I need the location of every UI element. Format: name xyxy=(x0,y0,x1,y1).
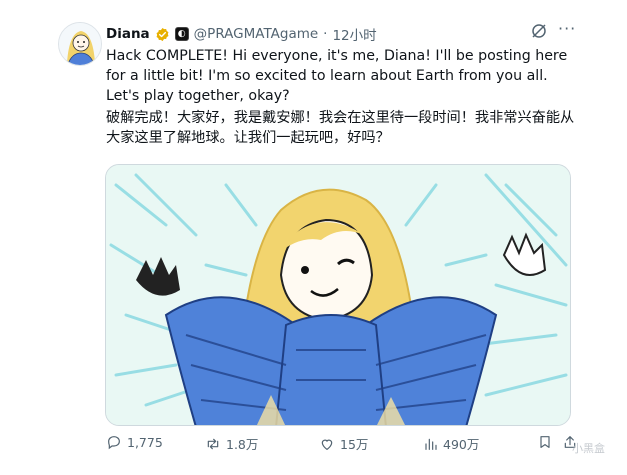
watermark: 小黑盒 xyxy=(572,442,605,455)
like-count: 15万 xyxy=(340,437,369,452)
bookmark-icon xyxy=(540,436,550,448)
affiliate-badge-icon: ◐ xyxy=(174,27,189,41)
retweet-button[interactable]: 1.8万 xyxy=(205,434,258,453)
more-dots-icon[interactable]: ··· xyxy=(558,21,578,40)
tweet-card[interactable]: Diana ◐ @PRAGMATAgame · 12小时 ··· Hack CO… xyxy=(0,0,627,475)
tweet-actions-bar: 1,775 1.8万 15万 490万 xyxy=(106,434,576,456)
views-count: 490万 xyxy=(443,437,480,452)
tweet-text-chinese: 破解完成！大家好，我是戴安娜！我会在这里待一段时间！我非常兴奋能从大家这里了解地… xyxy=(106,110,575,146)
bookmark-button[interactable] xyxy=(537,434,553,450)
verified-badge-icon xyxy=(156,27,169,41)
heart-icon xyxy=(321,439,333,450)
reply-count: 1,775 xyxy=(127,434,163,450)
tweet-text-english: Hack COMPLETE! Hi everyone, it's me, Dia… xyxy=(106,48,568,104)
analytics-icon xyxy=(425,438,437,450)
separator-dot: · xyxy=(323,26,328,42)
crayon-drawing xyxy=(106,165,570,425)
tweet-header: Diana ◐ @PRAGMATAgame · 12小时 xyxy=(106,24,377,44)
reply-icon xyxy=(108,436,120,450)
reply-button[interactable]: 1,775 xyxy=(106,434,163,450)
handle[interactable]: @PRAGMATAgame xyxy=(194,26,319,42)
like-button[interactable]: 15万 xyxy=(319,434,368,453)
timestamp[interactable]: 12小时 xyxy=(332,24,376,44)
grok-icon[interactable] xyxy=(530,22,548,40)
views-button[interactable]: 490万 xyxy=(422,434,479,453)
tweet-media-image[interactable] xyxy=(105,164,571,426)
avatar[interactable] xyxy=(58,22,102,66)
retweet-count: 1.8万 xyxy=(226,437,259,452)
avatar-drawing xyxy=(59,23,101,65)
retweet-icon xyxy=(207,438,219,449)
display-name[interactable]: Diana xyxy=(106,26,150,42)
